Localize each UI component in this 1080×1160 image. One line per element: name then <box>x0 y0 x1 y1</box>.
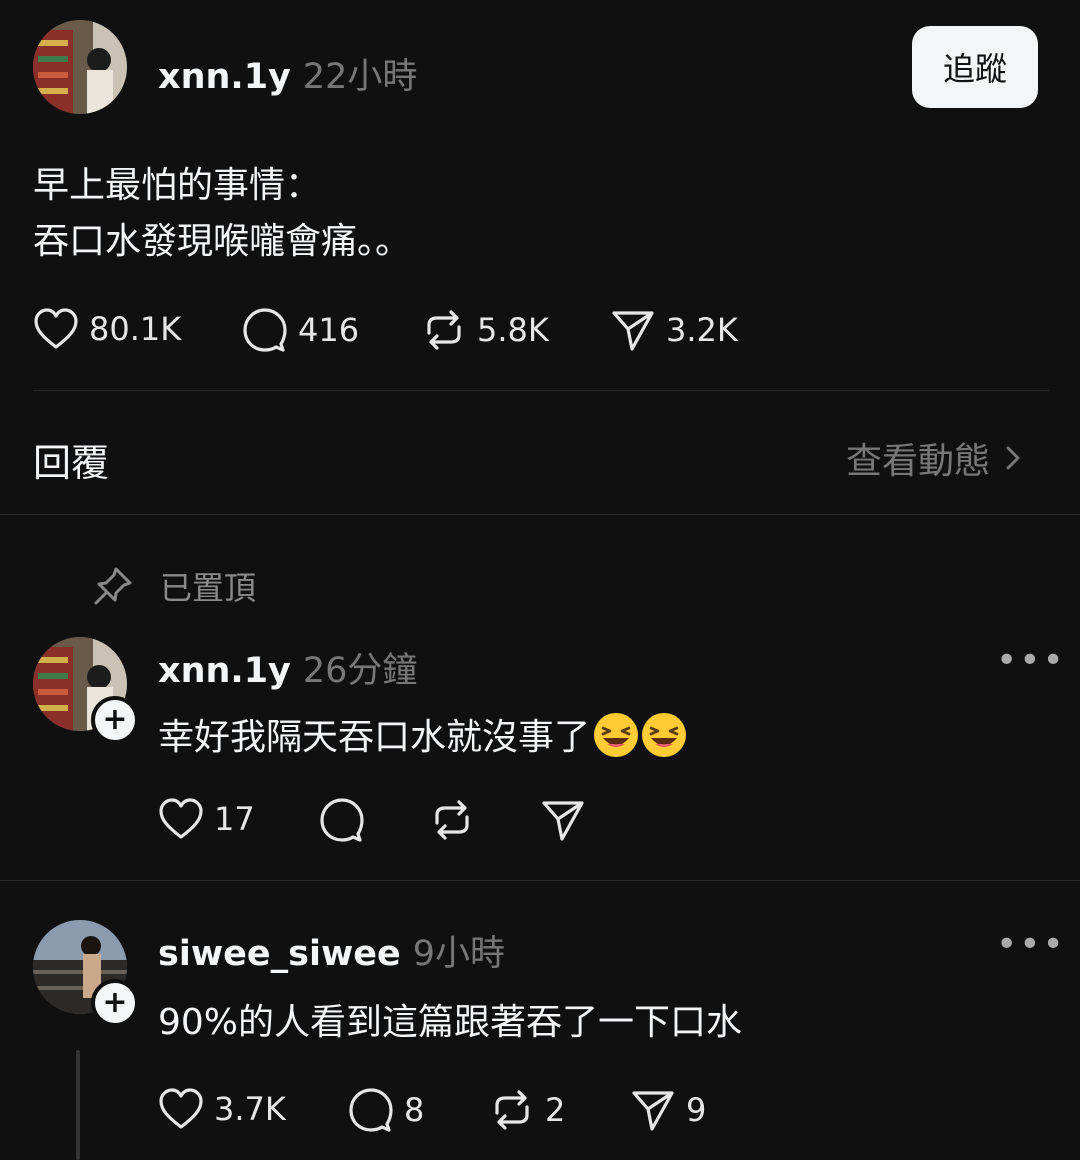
share-button[interactable]: 3.2K <box>610 307 738 353</box>
laughing-emoji-icon <box>642 713 687 757</box>
thread-line <box>76 1050 80 1160</box>
replies-label[interactable]: 回覆 <box>33 432 109 487</box>
laughing-emoji-icon <box>594 713 639 757</box>
post-username[interactable]: xnn.1y <box>158 57 291 97</box>
share-button[interactable]: 9 <box>630 1087 706 1133</box>
repost-icon <box>427 310 461 350</box>
post-time: 22小時 <box>302 57 418 97</box>
comment-username[interactable]: siwee_siwee <box>158 934 401 974</box>
repost-count: 5.8K <box>477 311 549 349</box>
comment-count: 8 <box>404 1091 425 1129</box>
repost-button[interactable] <box>429 797 475 843</box>
comment-time: 9小時 <box>412 934 506 974</box>
comment-button[interactable] <box>319 797 365 843</box>
divider <box>0 514 1080 515</box>
share-count: 3.2K <box>666 311 738 349</box>
share-button[interactable] <box>540 797 586 843</box>
like-count: 17 <box>214 800 255 838</box>
like-button[interactable]: 3.7K <box>158 1087 286 1131</box>
view-activity-label: 查看動態 <box>846 441 991 482</box>
comment-body: 幸好我隔天吞口水就沒事了 <box>158 708 687 760</box>
post-text-line: 吞口水發現喉嚨會痛。。 <box>33 221 412 262</box>
avatar[interactable] <box>33 20 127 114</box>
heart-icon <box>159 1088 203 1129</box>
post-body: 早上最怕的事情： 吞口水發現喉嚨會痛。。 <box>33 158 411 270</box>
more-options-icon[interactable]: ••• <box>996 924 1066 965</box>
comment-icon <box>243 308 287 352</box>
comment-button[interactable]: 416 <box>242 307 359 353</box>
comment-button[interactable]: 8 <box>348 1087 424 1133</box>
repost-button[interactable]: 5.8K <box>421 307 549 353</box>
comment-text: 90%的人看到這篇跟著吞了一下口水 <box>158 1002 743 1043</box>
view-activity-link[interactable]: 查看動態 <box>846 432 1026 484</box>
send-icon <box>612 311 654 351</box>
plus-icon: + <box>102 985 128 1020</box>
repost-icon <box>495 1090 529 1130</box>
post-text-line: 早上最怕的事情： <box>33 165 322 206</box>
divider <box>33 390 1049 391</box>
more-options-icon[interactable]: ••• <box>996 640 1066 681</box>
send-icon <box>632 1091 674 1131</box>
divider <box>0 880 1080 881</box>
repost-button[interactable]: 2 <box>489 1087 565 1133</box>
comment-time: 26分鐘 <box>302 651 418 691</box>
send-icon <box>542 801 584 841</box>
like-count: 3.7K <box>214 1090 286 1128</box>
pinned-label: 已置頂 <box>160 569 257 607</box>
repost-icon <box>435 800 469 840</box>
follow-plus-button[interactable]: + <box>91 979 139 1027</box>
repost-count: 2 <box>545 1091 566 1129</box>
like-count: 80.1K <box>89 310 182 348</box>
pinned-indicator: 已置頂 <box>92 563 256 609</box>
share-count: 9 <box>686 1091 707 1129</box>
follow-button[interactable]: 追蹤 <box>912 26 1038 108</box>
pin-icon <box>94 567 132 605</box>
plus-icon: + <box>102 702 128 737</box>
heart-icon <box>159 798 203 839</box>
chevron-right-icon <box>1006 446 1020 470</box>
heart-icon <box>34 308 78 349</box>
comment-text: 幸好我隔天吞口水就沒事了 <box>158 717 591 758</box>
comment-username[interactable]: xnn.1y <box>158 651 291 691</box>
like-button[interactable]: 17 <box>158 797 255 841</box>
comment-icon <box>349 1088 393 1132</box>
comment-icon <box>320 798 364 842</box>
comment-count: 416 <box>298 311 360 349</box>
follow-plus-button[interactable]: + <box>91 696 139 744</box>
like-button[interactable]: 80.1K <box>33 307 181 351</box>
